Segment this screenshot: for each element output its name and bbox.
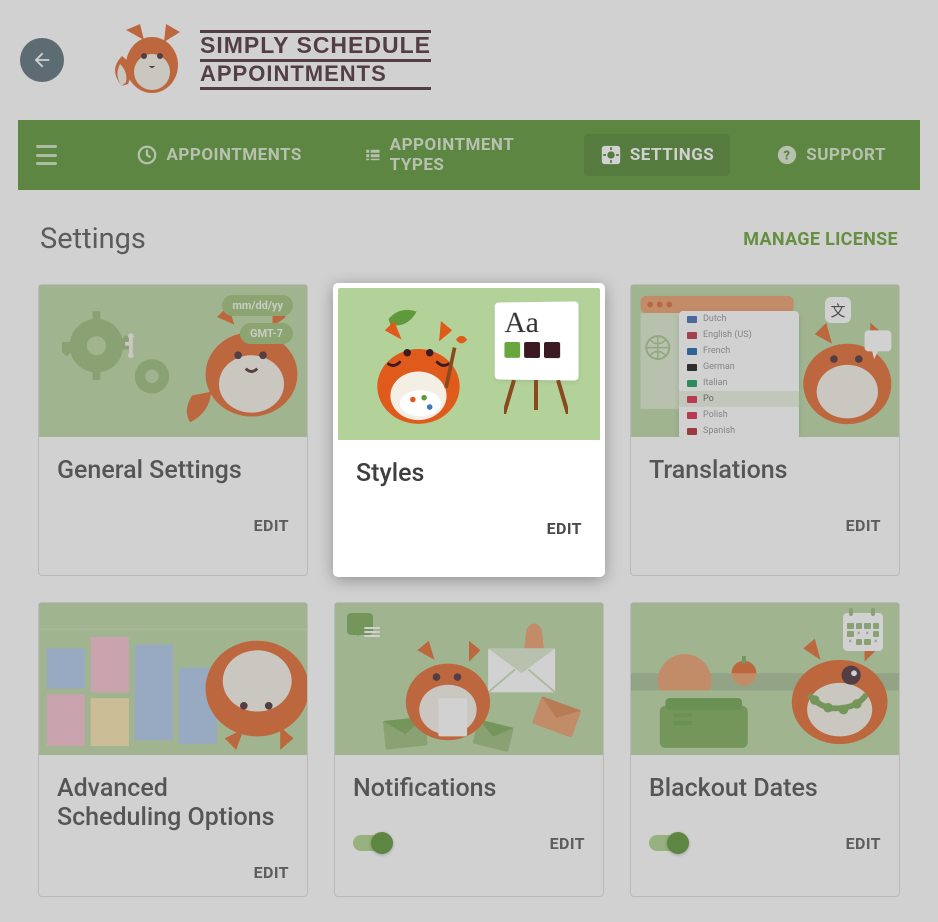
translate-icon: 文 — [825, 297, 851, 323]
back-button[interactable] — [20, 38, 64, 82]
card-thumb — [335, 603, 603, 755]
card-thumb: DutchEnglish (US)FrenchGermanItalianPoPo… — [631, 285, 899, 437]
notifications-illustration — [335, 603, 603, 755]
language-row: Italian — [679, 375, 799, 391]
color-swatch — [524, 342, 540, 358]
edit-link[interactable]: EDIT — [550, 834, 585, 853]
settings-content: Settings MANAGE LICENSE — [18, 190, 920, 921]
edit-link[interactable]: EDIT — [254, 516, 289, 535]
easel: Aa — [494, 302, 578, 380]
nav-support[interactable]: ? SUPPORT — [760, 134, 902, 176]
color-swatch — [544, 342, 560, 358]
card-title: Advanced Scheduling Options — [57, 775, 289, 833]
list-icon — [364, 144, 382, 166]
card-styles[interactable]: Aa Styles EDIT — [334, 284, 604, 576]
schedule-illustration — [39, 603, 307, 755]
logo-text-line2: APPOINTMENTS — [200, 62, 431, 90]
top-bar: SIMPLY SCHEDULE APPOINTMENTS — [0, 0, 938, 120]
card-title: Blackout Dates — [649, 775, 881, 804]
nav-appointment-types[interactable]: APPOINTMENT TYPES — [348, 125, 554, 185]
edit-link[interactable]: EDIT — [846, 834, 881, 853]
arrow-left-icon — [31, 49, 53, 71]
card-thumb: mm/dd/yy GMT-7 — [39, 285, 307, 437]
blackout-mini-calendar: ×× ×× — [843, 613, 883, 651]
card-general-settings[interactable]: mm/dd/yy GMT-7 General Settings EDIT — [38, 284, 308, 576]
edit-link[interactable]: EDIT — [254, 863, 289, 882]
nav-label: APPOINTMENTS — [166, 145, 301, 165]
card-thumb: ×× ×× — [631, 603, 899, 755]
language-row: English (US) — [679, 327, 799, 343]
svg-text:?: ? — [784, 149, 791, 164]
edit-link[interactable]: EDIT — [846, 516, 881, 535]
language-row: French — [679, 343, 799, 359]
card-title: Translations — [649, 457, 881, 486]
language-row: Po — [679, 391, 799, 407]
language-list: DutchEnglish (US)FrenchGermanItalianPoPo… — [679, 311, 799, 437]
timezone-badge: GMT-7 — [240, 323, 293, 344]
blackout-toggle[interactable] — [649, 835, 689, 851]
nav-label: SETTINGS — [630, 145, 714, 165]
language-row: German — [679, 359, 799, 375]
logo-text-line1: SIMPLY SCHEDULE — [200, 30, 431, 62]
card-title: Notifications — [353, 775, 585, 804]
nav-settings[interactable]: SETTINGS — [584, 134, 730, 176]
card-thumb — [39, 603, 307, 755]
date-format-badge: mm/dd/yy — [222, 295, 293, 316]
easel-legs-icon — [504, 380, 568, 414]
nav-label: SUPPORT — [806, 145, 886, 165]
card-blackout-dates[interactable]: ×× ×× Blackout Dates EDIT — [630, 602, 900, 897]
language-row: Polish — [679, 407, 799, 423]
help-icon: ? — [776, 144, 798, 166]
nav-label: APPOINTMENT TYPES — [390, 135, 538, 175]
language-row: Dutch — [679, 311, 799, 327]
typography-sample: Aa — [504, 309, 568, 336]
primary-nav: APPOINTMENTS APPOINTMENT TYPES SETTINGS … — [18, 120, 920, 190]
clock-icon — [136, 144, 158, 166]
gear-box-icon — [600, 144, 622, 166]
card-notifications[interactable]: Notifications EDIT — [334, 602, 604, 897]
manage-license-link[interactable]: MANAGE LICENSE — [743, 229, 898, 250]
brand-logo: SIMPLY SCHEDULE APPOINTMENTS — [114, 20, 431, 100]
fox-logo-icon — [114, 20, 184, 100]
hamburger-menu-button[interactable] — [36, 145, 57, 165]
card-title: General Settings — [57, 457, 289, 486]
notifications-toggle[interactable] — [353, 835, 393, 851]
language-row: Spanish — [679, 423, 799, 437]
edit-link[interactable]: EDIT — [547, 519, 582, 538]
color-swatch — [504, 342, 520, 358]
card-title: Styles — [356, 460, 582, 489]
page-title: Settings — [40, 222, 146, 256]
settings-grid: mm/dd/yy GMT-7 General Settings EDIT — [38, 284, 900, 897]
card-translations[interactable]: DutchEnglish (US)FrenchGermanItalianPoPo… — [630, 284, 900, 576]
card-thumb: Aa — [338, 288, 600, 440]
nav-appointments[interactable]: APPOINTMENTS — [120, 134, 317, 176]
card-advanced-scheduling[interactable]: Advanced Scheduling Options EDIT — [38, 602, 308, 897]
